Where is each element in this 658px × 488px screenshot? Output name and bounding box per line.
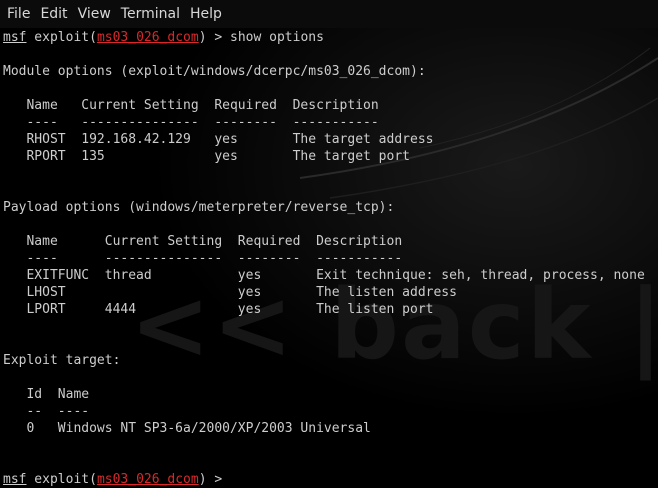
msf-label: msf	[3, 30, 27, 45]
prompt-line-2[interactable]: msf exploit(ms03_026_dcom) >	[3, 472, 230, 487]
module-name: ms03_026_dcom	[96, 30, 199, 45]
msf-label: msf	[3, 472, 27, 487]
module-options-header: Name Current Setting Required Descriptio…	[3, 98, 379, 113]
payload-options-heading: Payload options (windows/meterpreter/rev…	[3, 200, 395, 215]
exploit-target-row: 0 Windows NT SP3-6a/2000/XP/2003 Univers…	[3, 421, 371, 436]
module-options-underline: ---- --------------- -------- ----------…	[3, 115, 379, 130]
menu-help[interactable]: Help	[185, 6, 227, 22]
menu-file[interactable]: File	[0, 6, 35, 22]
module-options-heading: Module options (exploit/windows/dcerpc/m…	[3, 64, 426, 79]
payload-option-row-lhost: LHOST yes The listen address	[3, 285, 457, 300]
menu-terminal[interactable]: Terminal	[116, 6, 185, 22]
module-option-row-rhost: RHOST 192.168.42.129 yes The target addr…	[3, 132, 434, 147]
terminal-area[interactable]: << back | track msf exploit(ms03_026_dco…	[0, 28, 658, 488]
module-option-row-rport: RPORT 135 yes The target port	[3, 149, 410, 164]
payload-option-row-exitfunc: EXITFUNC thread yes Exit technique: seh,…	[3, 268, 645, 283]
payload-options-underline: ---- --------------- -------- ----------…	[3, 251, 403, 266]
payload-option-row-lport: LPORT 4444 yes The listen port	[3, 302, 434, 317]
exploit-target-underline: -- ----	[3, 404, 90, 419]
command-text: show options	[230, 30, 324, 45]
payload-options-header: Name Current Setting Required Descriptio…	[3, 234, 403, 249]
menu-bar: File Edit View Terminal Help	[0, 0, 658, 28]
menu-view[interactable]: View	[73, 6, 116, 22]
menu-edit[interactable]: Edit	[35, 6, 72, 22]
exploit-target-header: Id Name	[3, 387, 90, 402]
terminal-output: msf exploit(ms03_026_dcom) > show option…	[3, 29, 645, 488]
prompt-line-1: msf exploit(ms03_026_dcom) > show option…	[3, 30, 324, 45]
module-name: ms03_026_dcom	[96, 472, 199, 487]
exploit-target-heading: Exploit target:	[3, 353, 121, 368]
